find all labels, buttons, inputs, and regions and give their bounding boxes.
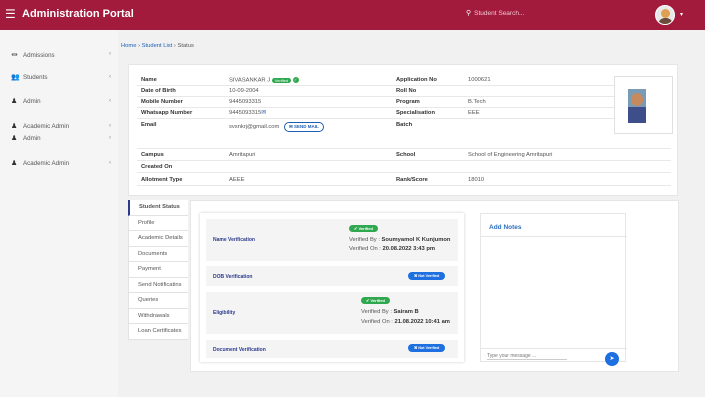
users-icon: 👥 bbox=[11, 74, 20, 81]
tab-loan-certificates[interactable]: Loan Certificates bbox=[128, 324, 188, 340]
tab-student-status[interactable]: Student Status bbox=[128, 200, 188, 216]
check-icon: ✓ bbox=[292, 77, 299, 83]
notes-input[interactable] bbox=[487, 353, 567, 360]
sidebar-item-admissions[interactable]: ⏛ Admissions ‹ bbox=[11, 50, 111, 60]
chevron-left-icon: ‹ bbox=[108, 122, 111, 129]
eligibility-row: Eligibility ✔ Verified Verified By : Sai… bbox=[206, 292, 458, 334]
search-icon: ⚲ bbox=[466, 10, 472, 17]
sidebar-item-students[interactable]: 👥 Students ‹ bbox=[11, 73, 111, 81]
status-panel: Name Verification ✔ Verified Verified By… bbox=[190, 200, 679, 372]
send-mail-button[interactable]: ✉ SEND MAIL bbox=[283, 122, 324, 132]
chevron-left-icon: ‹ bbox=[108, 50, 111, 57]
student-search[interactable]: ⚲ Student Search... bbox=[466, 9, 524, 17]
tab-send-notifications[interactable]: Send Notificatins bbox=[128, 277, 188, 293]
user-icon: ♟ bbox=[11, 135, 18, 142]
tab-academic-details[interactable]: Academic Details bbox=[128, 231, 188, 247]
name-verification-row: Name Verification ✔ Verified Verified By… bbox=[206, 219, 458, 261]
user-icon: ♟ bbox=[11, 123, 18, 130]
student-details-card: Name SIVASANKAR J Verified ✓ Application… bbox=[128, 64, 678, 196]
avatar[interactable] bbox=[655, 5, 675, 25]
notes-panel: Add Notes ➤ bbox=[480, 213, 627, 366]
user-icon: ♟ bbox=[11, 160, 18, 167]
chevron-left-icon: ‹ bbox=[108, 159, 111, 166]
chevron-left-icon: ‹ bbox=[108, 97, 111, 104]
app-title: Administration Portal bbox=[22, 8, 134, 20]
verified-badge: ✔ Verified bbox=[349, 225, 378, 232]
tab-documents[interactable]: Documents bbox=[128, 246, 188, 262]
verified-badge: Verified bbox=[271, 77, 292, 83]
breadcrumb-current: Status bbox=[177, 43, 194, 49]
sidebar-item-admin[interactable]: ♟ Admin ‹ bbox=[11, 97, 111, 105]
document-verification-row: Document Verification ✖ Not Verified bbox=[206, 340, 458, 358]
tab-profile[interactable]: Profile bbox=[128, 215, 188, 231]
not-verified-badge: ✖ Not Verified bbox=[408, 272, 446, 280]
verification-card: Name Verification ✔ Verified Verified By… bbox=[200, 213, 464, 362]
student-name: SIVASANKAR J Verified ✓ bbox=[229, 77, 299, 84]
chevron-left-icon: ‹ bbox=[108, 73, 111, 80]
student-photo bbox=[614, 76, 673, 134]
chevron-down-icon[interactable]: ▾ bbox=[680, 11, 683, 18]
verified-badge: ✔ Verified bbox=[361, 297, 390, 304]
tab-withdrawals[interactable]: Withdrawals bbox=[128, 308, 188, 324]
not-verified-badge: ✖ Not Verified bbox=[408, 344, 446, 352]
bank-icon: ⏛ bbox=[11, 52, 18, 59]
student-tabs: Student Status Profile Academic Details … bbox=[128, 200, 188, 340]
sidebar-item-academic-admin[interactable]: ♟ Academic Admin ‹ bbox=[11, 122, 111, 130]
send-icon[interactable]: ➤ bbox=[605, 352, 619, 366]
sidebar-item-admin-2[interactable]: ♟ Admin ‹ bbox=[11, 134, 111, 142]
top-bar: ☰ Administration Portal ⚲ Student Search.… bbox=[0, 0, 705, 30]
breadcrumb: Home › Student List › Status bbox=[121, 43, 194, 49]
user-icon: ♟ bbox=[11, 98, 18, 105]
breadcrumb-student-list[interactable]: Student List bbox=[142, 43, 173, 49]
sidebar: ⏛ Admissions ‹ 👥 Students ‹ ♟ Admin ‹ ♟ Academi… bbox=[0, 30, 118, 397]
dob-verification-row: DOB Verification ✖ Not Verified bbox=[206, 266, 458, 286]
search-placeholder[interactable]: Student Search... bbox=[474, 10, 524, 17]
sidebar-item-academic-admin-2[interactable]: ♟ Academic Admin ‹ bbox=[11, 159, 111, 167]
breadcrumb-home[interactable]: Home bbox=[121, 43, 136, 49]
tab-queries[interactable]: Queries bbox=[128, 293, 188, 309]
tab-payment[interactable]: Payment bbox=[128, 262, 188, 278]
notes-title: Add Notes bbox=[489, 224, 522, 231]
menu-icon[interactable]: ☰ bbox=[5, 8, 16, 20]
whatsapp-icon: ✉ bbox=[261, 110, 267, 116]
chevron-left-icon: ‹ bbox=[108, 134, 111, 141]
